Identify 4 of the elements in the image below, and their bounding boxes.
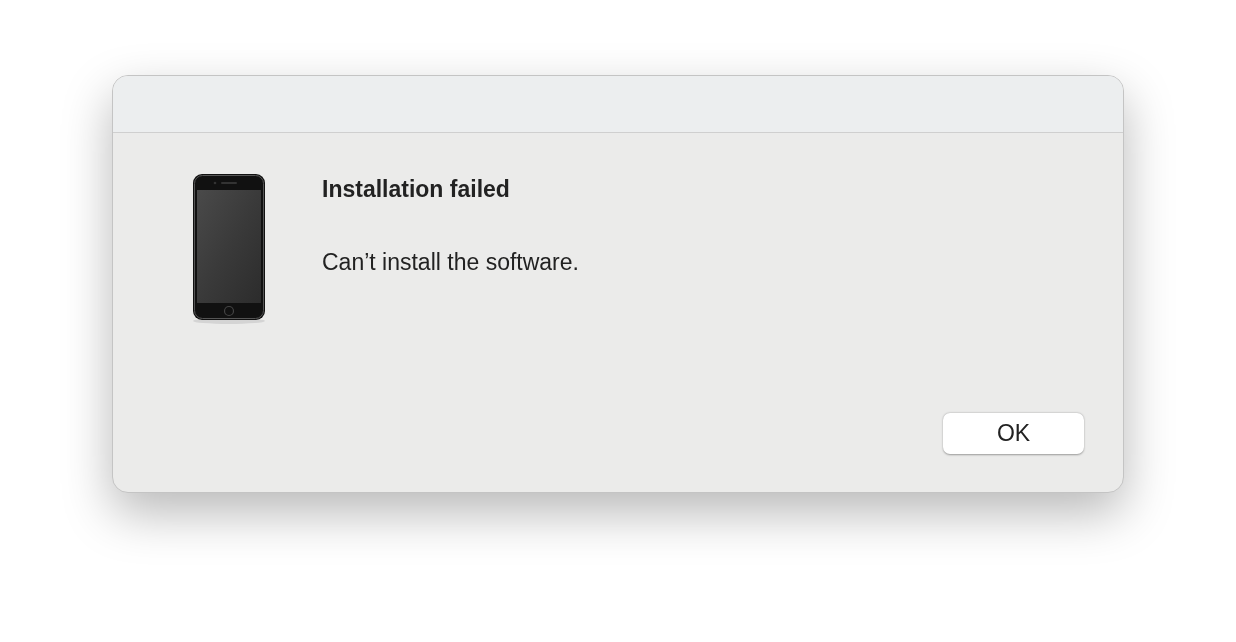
dialog-title: Installation failed	[322, 176, 511, 203]
phone-icon	[192, 174, 266, 326]
dialog-message: Can’t install the software.	[322, 249, 580, 276]
ok-button[interactable]: OK	[943, 413, 1084, 454]
